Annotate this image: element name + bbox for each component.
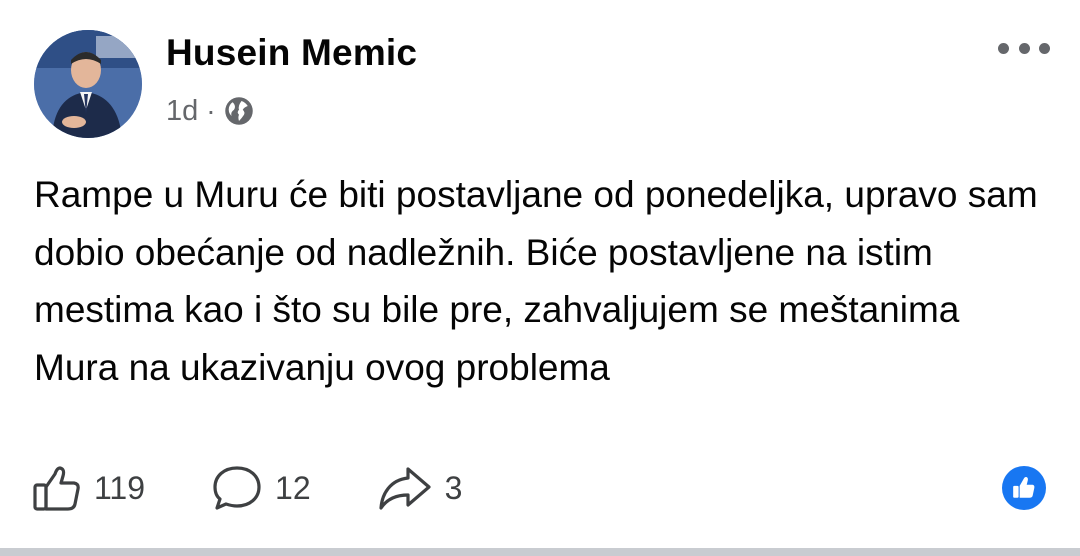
more-options-button[interactable] bbox=[998, 36, 1050, 60]
thumbs-up-badge-icon bbox=[1013, 477, 1035, 498]
comment-button[interactable]: 12 bbox=[211, 463, 311, 513]
share-icon bbox=[377, 464, 433, 512]
post-body: Rampe u Muru će biti postavljane od pone… bbox=[34, 174, 1038, 388]
divider bbox=[0, 548, 1080, 556]
more-dot bbox=[998, 42, 1009, 54]
post-timestamp[interactable]: 1d bbox=[166, 95, 198, 128]
avatar-photo bbox=[34, 30, 142, 138]
thumbs-up-icon bbox=[32, 463, 82, 513]
share-button[interactable]: 3 bbox=[377, 464, 463, 512]
more-dot bbox=[1039, 42, 1050, 54]
share-count: 3 bbox=[444, 469, 463, 506]
globe-icon[interactable] bbox=[224, 96, 254, 126]
like-button[interactable]: 119 bbox=[32, 463, 145, 513]
like-count: 119 bbox=[94, 469, 146, 506]
author-avatar[interactable] bbox=[34, 30, 142, 138]
author-name[interactable]: Husein Memic bbox=[166, 32, 417, 74]
comment-icon bbox=[211, 463, 263, 513]
like-reaction-icon[interactable] bbox=[1002, 466, 1046, 510]
post-meta: 1d · bbox=[166, 92, 254, 130]
more-dot bbox=[1018, 42, 1030, 54]
comment-count: 12 bbox=[275, 469, 311, 506]
post-actions: 119 12 3 bbox=[32, 458, 462, 518]
meta-separator: · bbox=[206, 95, 216, 126]
